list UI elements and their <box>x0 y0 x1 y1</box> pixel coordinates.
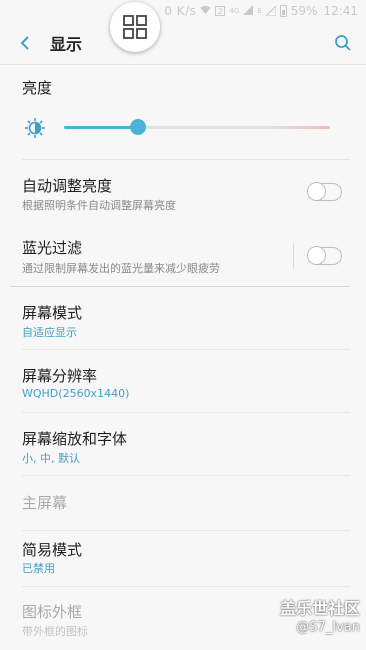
brightness-slider[interactable] <box>64 119 330 135</box>
clock: 12:41 <box>323 4 358 18</box>
zoom-and-font-title: 屏幕缩放和字体 <box>22 430 128 448</box>
home-screen-title: 主屏幕 <box>22 494 68 512</box>
screen-mode-row[interactable]: 屏幕模式 自适应显示 <box>0 287 366 350</box>
signal-icon <box>243 4 254 18</box>
vertical-separator <box>293 243 294 269</box>
floating-apps-button[interactable] <box>110 2 160 52</box>
search-button[interactable] <box>330 30 356 56</box>
brightness-section: 亮度 <box>0 64 366 160</box>
page-title: 显示 <box>50 35 83 54</box>
edge-indicator: E <box>257 7 262 15</box>
back-button[interactable] <box>0 22 50 64</box>
auto-brightness-row[interactable]: 自动调整亮度 根据照明条件自动调整屏幕亮度 <box>0 160 366 223</box>
screen-resolution-row[interactable]: 屏幕分辨率 WQHD(2560x1440) <box>0 350 366 413</box>
easy-mode-value: 已禁用 <box>22 562 55 575</box>
auto-brightness-subtitle: 根据照明条件自动调整屏幕亮度 <box>22 199 176 212</box>
sim-icon: 2 <box>215 6 226 16</box>
brightness-slider-thumb[interactable] <box>130 119 146 135</box>
home-screen-row: 主屏幕 <box>0 476 366 531</box>
auto-brightness-toggle[interactable] <box>307 182 342 201</box>
brightness-label: 亮度 <box>22 79 53 97</box>
blue-light-filter-subtitle: 通过限制屏幕发出的蓝光量来减少眼疲劳 <box>22 262 220 275</box>
app-bar: 显示 <box>0 22 366 64</box>
brightness-slider-fill <box>64 126 138 129</box>
grid-icon <box>123 15 147 39</box>
screen-resolution-value: WQHD(2560x1440) <box>22 387 130 400</box>
toggle-knob <box>307 182 326 201</box>
zoom-and-font-row[interactable]: 屏幕缩放和字体 小, 中, 默认 <box>0 413 366 476</box>
blue-light-filter-title: 蓝光过滤 <box>22 239 83 257</box>
icon-frames-value: 带外框的图标 <box>22 625 88 638</box>
display-settings-screen: 0 K/s 2 4G E 59% 12:41 显示 亮度 自动调整亮度 根据照明… <box>0 0 366 650</box>
battery-icon <box>279 5 287 17</box>
blue-light-filter-row[interactable]: 蓝光过滤 通过限制屏幕发出的蓝光量来减少眼疲劳 <box>0 223 366 286</box>
network-speed: 0 K/s <box>164 4 197 18</box>
icon-frames-title: 图标外框 <box>22 603 83 621</box>
brightness-sun-icon <box>24 117 46 143</box>
toggle-knob <box>307 246 326 265</box>
zoom-and-font-value: 小, 中, 默认 <box>22 452 80 465</box>
blue-light-filter-toggle[interactable] <box>307 246 342 265</box>
sim-2-icon <box>264 4 277 17</box>
screen-resolution-title: 屏幕分辨率 <box>22 367 98 385</box>
easy-mode-title: 简易模式 <box>22 541 83 559</box>
screen-mode-title: 屏幕模式 <box>22 304 83 322</box>
lte-4g-indicator: 4G <box>229 7 240 15</box>
status-bar: 0 K/s 2 4G E 59% 12:41 <box>0 0 366 22</box>
screen-mode-value: 自适应显示 <box>22 326 77 339</box>
watermark-brand: 盖乐世社区 <box>279 599 360 618</box>
community-watermark: 盖乐世社区 @S7_Ivan <box>280 599 360 637</box>
search-icon <box>335 35 351 51</box>
battery-percent: 59% <box>290 4 318 18</box>
auto-brightness-title: 自动调整亮度 <box>22 177 113 195</box>
wifi-icon <box>200 5 211 18</box>
watermark-user: @S7_Ivan <box>296 620 360 635</box>
chevron-left-icon <box>20 36 29 50</box>
easy-mode-row[interactable]: 简易模式 已禁用 <box>0 531 366 587</box>
